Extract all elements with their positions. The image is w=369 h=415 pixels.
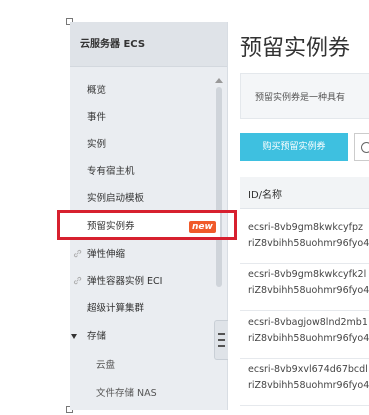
sidebar-item-instances[interactable]: 实例: [70, 131, 220, 158]
instance-name: riZ8vbihh58uohmr96fyo4: [248, 285, 369, 296]
table-row[interactable]: ecsri-8vbagjow8lnd2mb1 riZ8vbihh58uohmr9…: [240, 305, 369, 359]
sidebar-item-cloud-disk[interactable]: 云盘: [70, 352, 220, 379]
sidebar-item-events[interactable]: 事件: [70, 104, 220, 131]
sidebar-item-launch-templates[interactable]: 实例启动模板: [70, 185, 220, 212]
sidebar-item-label: 超级计算集群: [87, 303, 145, 314]
sidebar-item-label: 云盘: [96, 360, 116, 371]
highlight-box: [57, 210, 237, 240]
table-row[interactable]: ecsri-8vb9gm8kwkcyfpz riZ8vbihh58uohmr96…: [240, 210, 369, 264]
sidebar-item-eci[interactable]: 弹性容器实例 ECI: [70, 268, 220, 295]
external-link-icon: [73, 276, 82, 285]
caret-down-icon: [71, 334, 77, 339]
instance-name: riZ8vbihh58uohmr96fyo4: [248, 238, 369, 249]
instance-id-link[interactable]: ecsri-8vb9gm8kwkcyfpz: [248, 222, 363, 233]
sidebar-item-label: 弹性容器实例 ECI: [87, 276, 163, 287]
sidebar-collapse-toggle[interactable]: [214, 320, 228, 360]
sidebar-item-auto-scaling[interactable]: 弹性伸缩: [70, 241, 220, 268]
sidebar-item-label: 实例启动模板: [87, 193, 145, 204]
sidebar-item-overview[interactable]: 概览: [70, 77, 220, 104]
refresh-icon: [361, 142, 369, 153]
menu-icon-bar: [218, 345, 225, 347]
sidebar-item-label: 弹性伸缩: [87, 249, 126, 260]
description-text: 预留实例券是一种具有: [255, 93, 346, 103]
instance-id-link[interactable]: ecsri-8vb9gm8kwkcyfk2l: [248, 269, 366, 280]
refresh-button[interactable]: [354, 133, 369, 161]
instance-name: riZ8vbihh58uohmr96fyo4: [248, 380, 369, 391]
sidebar-item-super-computing-cluster[interactable]: 超级计算集群: [70, 295, 220, 322]
sidebar-item-label: 文件存储 NAS: [96, 388, 157, 399]
sidebar-item-storage[interactable]: 存储: [70, 323, 220, 350]
table-row[interactable]: ecsri-8vb9xvl674d67bcdl riZ8vbihh58uohmr…: [240, 352, 369, 406]
menu-icon-bar: [218, 339, 225, 341]
sidebar-item-nas[interactable]: 文件存储 NAS: [70, 380, 220, 407]
description-panel: 预留实例券是一种具有: [240, 73, 369, 119]
sidebar-item-label: 专有宿主机: [87, 166, 135, 177]
instance-name: riZ8vbihh58uohmr96fyo4: [248, 333, 369, 344]
column-header-id-name: ID/名称: [248, 190, 283, 201]
sidebar-item-label: 概览: [87, 85, 107, 96]
sidebar-item-dedicated-hosts[interactable]: 专有宿主机: [70, 158, 220, 185]
sidebar-item-label: 实例: [87, 139, 107, 150]
page-title: 预留实例券: [240, 36, 351, 61]
instance-id-link[interactable]: ecsri-8vbagjow8lnd2mb1: [248, 317, 368, 328]
table-row[interactable]: ecsri-8vb9gm8kwkcyfk2l riZ8vbihh58uohmr9…: [240, 257, 369, 311]
sidebar-item-label: 存储: [87, 331, 107, 342]
sidebar-title: 云服务器 ECS: [70, 22, 227, 67]
menu-icon-bar: [218, 333, 225, 335]
external-link-icon: [73, 249, 82, 258]
sidebar-item-label: 事件: [87, 112, 107, 123]
buy-reserved-instance-button[interactable]: 购买预留实例券: [240, 133, 348, 161]
instance-id-link[interactable]: ecsri-8vb9xvl674d67bcdl: [248, 364, 368, 375]
table-header: ID/名称: [240, 177, 369, 209]
